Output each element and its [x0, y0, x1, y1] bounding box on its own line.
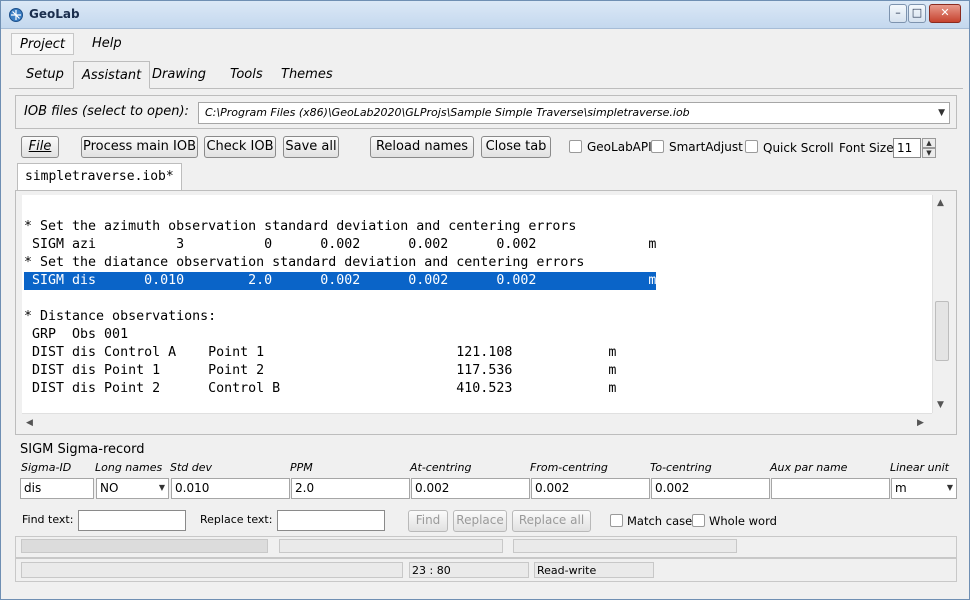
window-title: GeoLab [29, 7, 80, 21]
scroll-left-icon[interactable]: ◀ [26, 418, 33, 428]
editor-line[interactable]: DIST dis Point 1 Point 2 117.536 m [24, 362, 616, 380]
font-size-label: Font Size: [839, 141, 898, 155]
tab-tools[interactable]: Tools [222, 61, 271, 89]
menu-help[interactable]: Help [84, 33, 130, 55]
from-centring-field[interactable]: 0.002 [531, 478, 650, 499]
linear-unit-header: Linear unit [890, 461, 949, 474]
smartadjust-label: SmartAdjust [669, 140, 743, 154]
font-size-up-icon[interactable]: ▲ [922, 138, 936, 148]
std-dev-field[interactable]: 0.010 [171, 478, 290, 499]
replace-text-label: Replace text: [200, 513, 273, 526]
linear-unit-dropdown[interactable]: m ▼ [891, 478, 957, 499]
tab-drawing[interactable]: Drawing [144, 61, 214, 89]
info-panel-2 [513, 539, 737, 553]
editor-line[interactable]: GRP Obs 001 [24, 326, 128, 344]
minimize-button[interactable]: – [889, 4, 907, 23]
long-names-dropdown[interactable]: NO ▼ [96, 478, 169, 499]
cursor-position: 23 : 80 [412, 564, 451, 577]
geolab-window: GeoLab – □ ✕ Project Help Setup Assistan… [0, 0, 970, 600]
status-message-field [21, 562, 403, 578]
tab-setup[interactable]: Setup [18, 61, 72, 89]
long-names-value: NO [100, 481, 119, 495]
font-size-input[interactable]: 11 [893, 138, 921, 158]
chevron-down-icon[interactable]: ▼ [938, 108, 945, 118]
close-tab-button[interactable]: Close tab [481, 136, 551, 158]
scroll-right-icon[interactable]: ▶ [917, 418, 924, 428]
editor-line[interactable]: SIGM azi 3 0 0.002 0.002 0.002 m [24, 236, 656, 254]
editor-line[interactable]: * Set the azimuth observation standard d… [24, 218, 576, 236]
find-text-label: Find text: [22, 513, 74, 526]
long-names-header: Long names [95, 461, 163, 474]
cursor-position-field: 23 : 80 [409, 562, 529, 578]
edit-mode-field: Read-write [534, 562, 654, 578]
to-centring-field[interactable]: 0.002 [651, 478, 770, 499]
quick-scroll-checkbox[interactable] [745, 140, 758, 153]
tab-assistant[interactable]: Assistant [73, 61, 151, 89]
title-bar: GeoLab – □ ✕ [1, 1, 969, 29]
sigma-id-field[interactable]: dis [20, 478, 94, 499]
replace-button[interactable]: Replace [453, 510, 507, 532]
iob-file-path: C:\Program Files (x86)\GeoLab2020\GLProj… [205, 106, 690, 119]
at-centring-field[interactable]: 0.002 [411, 478, 530, 499]
scroll-down-icon[interactable]: ▼ [937, 400, 944, 410]
find-text-input[interactable] [78, 510, 186, 531]
progress-bar [21, 539, 268, 553]
whole-word-checkbox[interactable] [692, 514, 705, 527]
from-centring-header: From-centring [530, 461, 608, 474]
info-panel-1 [279, 539, 503, 553]
iob-text-editor[interactable]: * Set the azimuth observation standard d… [22, 195, 932, 413]
geolabapi-label: GeoLabAPI [587, 140, 652, 154]
file-tab-simpletraverse[interactable]: simpletraverse.iob* [17, 163, 182, 191]
ppm-field[interactable]: 2.0 [291, 478, 410, 499]
process-main-iob-button[interactable]: Process main IOB [81, 136, 198, 158]
smartadjust-checkbox[interactable] [651, 140, 664, 153]
at-centring-header: At-centring [410, 461, 472, 474]
editor-frame: * Set the azimuth observation standard d… [15, 190, 957, 435]
std-dev-header: Std dev [170, 461, 213, 474]
editor-line[interactable]: DIST dis Point 2 Control B 410.523 m [24, 380, 616, 398]
sigma-id-header: Sigma-ID [21, 461, 72, 474]
match-case-label: Match case [627, 514, 693, 528]
to-centring-header: To-centring [650, 461, 712, 474]
close-window-button[interactable]: ✕ [929, 4, 961, 23]
save-all-button[interactable]: Save all [283, 136, 339, 158]
sigm-record-title: SIGM Sigma-record [20, 442, 145, 457]
tab-themes[interactable]: Themes [273, 61, 341, 89]
ppm-header: PPM [290, 461, 313, 474]
file-button[interactable]: File [21, 136, 59, 158]
menu-bar: Project Help [9, 31, 963, 55]
replace-all-button[interactable]: Replace all [512, 510, 591, 532]
chevron-down-icon[interactable]: ▼ [947, 483, 953, 492]
linear-unit-value: m [895, 481, 907, 495]
match-case-checkbox[interactable] [610, 514, 623, 527]
maximize-button[interactable]: □ [908, 4, 926, 23]
aux-par-name-field[interactable] [771, 478, 890, 499]
editor-line[interactable]: * Set the diatance observation standard … [24, 254, 584, 272]
menu-project[interactable]: Project [11, 33, 74, 55]
geolabapi-checkbox[interactable] [569, 140, 582, 153]
replace-text-input[interactable] [277, 510, 385, 531]
edit-mode: Read-write [537, 564, 597, 577]
font-size-down-icon[interactable]: ▼ [922, 148, 936, 158]
iob-file-dropdown[interactable]: C:\Program Files (x86)\GeoLab2020\GLProj… [198, 102, 950, 124]
editor-line[interactable]: DIST dis Control A Point 1 121.108 m [24, 344, 616, 362]
iob-files-label: IOB files (select to open): [24, 104, 189, 119]
scroll-up-icon[interactable]: ▲ [937, 198, 944, 208]
main-tabs: Setup Assistant Drawing Tools Themes [9, 59, 963, 89]
editor-line-selected[interactable]: SIGM dis 0.010 2.0 0.002 0.002 0.002 m [24, 272, 656, 290]
editor-line[interactable]: * Distance observations: [24, 308, 216, 326]
quick-scroll-label: Quick Scroll [763, 141, 834, 155]
vertical-scroll-thumb[interactable] [935, 301, 949, 361]
check-iob-button[interactable]: Check IOB [204, 136, 276, 158]
reload-names-button[interactable]: Reload names [370, 136, 474, 158]
chevron-down-icon[interactable]: ▼ [159, 483, 165, 492]
find-button[interactable]: Find [408, 510, 448, 532]
editor-vertical-scrollbar[interactable]: ▲ ▼ [932, 195, 950, 413]
iob-file-selector-row: IOB files (select to open): C:\Program F… [15, 95, 957, 129]
geolab-app-icon [9, 8, 23, 22]
editor-horizontal-scrollbar[interactable]: ◀ ▶ [22, 413, 932, 431]
aux-par-name-header: Aux par name [770, 461, 848, 474]
whole-word-label: Whole word [709, 514, 777, 528]
